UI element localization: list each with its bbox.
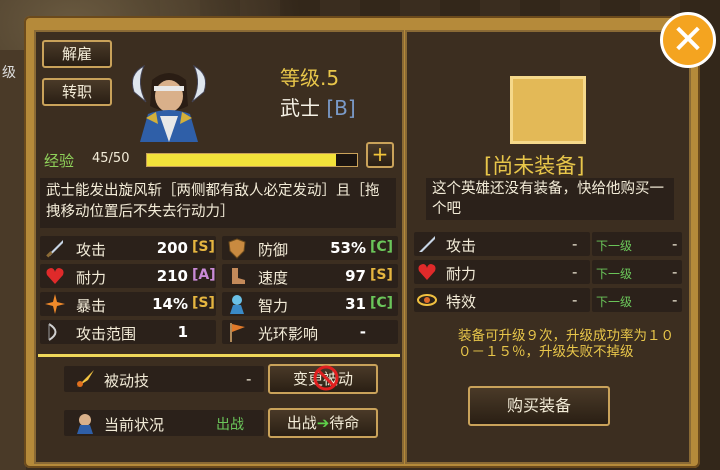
stat-row <box>40 264 216 288</box>
stat-row <box>40 236 216 260</box>
hero-description: 武士能发出旋风斩［两侧都有敌人必定发动］且［拖拽移动位置后不失去行动力］ <box>46 183 380 220</box>
stat-value: 97 <box>345 267 366 285</box>
equip-next-label: 下一级 <box>596 295 633 309</box>
stat-label: 攻击范围 <box>76 325 137 343</box>
exp-label: 经验 <box>44 152 75 170</box>
stat-label: 防御 <box>258 241 289 259</box>
arrow-right-icon: ➔ <box>316 414 330 432</box>
hero-class-rank: [B] <box>326 96 356 120</box>
special-effect-icon <box>417 294 437 306</box>
equip-stat-row <box>414 260 590 284</box>
equip-next-value: - <box>672 235 678 253</box>
divider <box>38 354 400 357</box>
stat-grade: [C] <box>370 295 394 311</box>
stat-value: 200 <box>156 239 188 257</box>
stat-row <box>40 292 216 316</box>
stat-value: 31 <box>345 295 366 313</box>
exp-bar-fill <box>147 154 336 166</box>
stat-grade: [A] <box>192 267 216 283</box>
equip-stat-row <box>414 232 590 256</box>
toggle-from-label: 出战 <box>286 414 317 432</box>
hero-class-name: 武士 <box>280 96 320 120</box>
disabled-icon <box>313 365 339 391</box>
hero-class: 武士 [B] <box>280 92 356 121</box>
equip-next-label: 下一级 <box>596 267 633 281</box>
equip-stat-value: - <box>572 235 578 253</box>
toggle-to-label: 待命 <box>329 414 360 432</box>
exp-bar <box>146 153 358 167</box>
buy-equipment-button[interactable]: 购买装备 <box>468 386 610 426</box>
hero-description-box: 武士能发出旋风斩［两侧都有敌人必定发动］且［拖拽移动位置后不失去行动力］ <box>40 178 396 228</box>
stat-value: 14% <box>152 295 188 313</box>
add-exp-button[interactable]: + <box>366 142 394 168</box>
stat-grade: [S] <box>192 295 215 311</box>
passive-skill-icon <box>77 370 94 387</box>
equip-stat-row <box>414 288 590 312</box>
fire-button[interactable]: 解雇 <box>42 40 112 68</box>
equip-stat-value: - <box>572 263 578 281</box>
stat-label: 耐力 <box>76 269 107 287</box>
stat-value: - <box>359 323 366 341</box>
heart-icon <box>46 268 64 284</box>
shield-icon <box>228 238 246 259</box>
stat-value: 1 <box>177 323 188 341</box>
close-button[interactable]: ✕ <box>660 12 716 68</box>
burst-icon <box>45 294 65 314</box>
hero-small-icon <box>77 414 93 434</box>
stat-label: 智力 <box>258 297 289 315</box>
bow-icon <box>48 323 57 341</box>
upgrade-info: 装备可升级９次，升级成功率为１００－１５％，升级失败不掉级 <box>458 328 674 360</box>
background-list-strip: 级 <box>0 50 26 470</box>
equip-next-label: 下一级 <box>596 239 633 253</box>
equipment-slot[interactable] <box>510 76 586 144</box>
equipment-notice-box: 这个英雄还没有装备，快给他购买一个吧 <box>426 178 674 220</box>
stat-value: 210 <box>156 267 188 285</box>
equip-stat-value: - <box>572 291 578 309</box>
stat-label: 光环影响 <box>258 325 319 343</box>
sword-icon <box>419 236 435 252</box>
equip-stat-label: 特效 <box>446 293 477 311</box>
hero-portrait <box>131 64 207 142</box>
toggle-status-button[interactable]: 出战➔待命 <box>268 408 378 438</box>
equipment-notice: 这个英雄还没有装备，快给他购买一个吧 <box>432 181 664 217</box>
passive-value: - <box>246 370 252 388</box>
heart-icon <box>418 264 436 280</box>
stat-value: 53% <box>330 239 366 257</box>
boot-icon <box>232 268 245 284</box>
stat-label: 攻击 <box>76 241 107 259</box>
sword-icon <box>46 240 63 258</box>
status-value: 出战 <box>216 417 244 433</box>
flag-icon <box>230 323 245 342</box>
background-level-label: 级 <box>2 65 16 81</box>
status-label: 当前状况 <box>104 416 165 434</box>
equip-next-value: - <box>672 263 678 281</box>
passive-label: 被动技 <box>104 372 150 390</box>
sage-icon <box>230 295 244 314</box>
exp-value: 45/50 <box>92 151 130 166</box>
close-icon: ✕ <box>671 17 705 63</box>
equip-stat-label: 耐力 <box>446 265 477 283</box>
stat-grade: [S] <box>192 239 215 255</box>
transfer-class-button[interactable]: 转职 <box>42 78 112 106</box>
stat-grade: [S] <box>370 267 393 283</box>
stat-label: 速度 <box>258 269 289 287</box>
equip-stat-label: 攻击 <box>446 237 477 255</box>
equipment-title: [尚未装备] <box>484 154 585 178</box>
equip-next-value: - <box>672 291 678 309</box>
stat-label: 暴击 <box>76 297 107 315</box>
hero-level: 等级.5 <box>280 66 340 90</box>
stat-grade: [C] <box>370 239 394 255</box>
